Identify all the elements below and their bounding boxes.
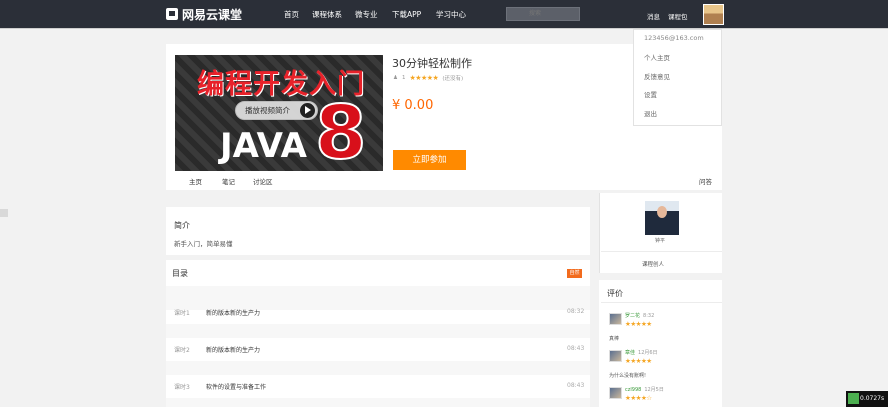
nav-course-system[interactable]: 课程体系: [312, 9, 342, 20]
toc-divider: [166, 324, 590, 338]
lesson-title[interactable]: 软件的设置与准备工作: [206, 382, 266, 391]
review-stars: ★★★★★: [625, 320, 652, 328]
nav-micro-major[interactable]: 微专业: [355, 9, 378, 20]
review-stars: ★★★★☆: [625, 394, 652, 402]
reviews-title: 评价: [607, 289, 623, 298]
logo-text: 网易云课堂: [182, 7, 243, 22]
reviewer-name[interactable]: 罗二花 8:32: [625, 312, 654, 319]
menu-item-logout[interactable]: 退出: [644, 108, 657, 118]
reviewer-name[interactable]: 章佳 12月6日: [625, 349, 658, 356]
tab-discussion[interactable]: 讨论区: [253, 176, 273, 186]
reviewer-username[interactable]: 罗二花: [625, 313, 640, 319]
cover-number: 8: [314, 90, 367, 171]
course-price: ¥ 0.00: [392, 98, 434, 113]
reviewer-avatar[interactable]: [609, 350, 622, 362]
review-text: 真棒: [609, 336, 620, 342]
tab-notes[interactable]: 笔记: [222, 176, 235, 186]
reviewer-avatar[interactable]: [609, 313, 622, 325]
toc-divider: [166, 361, 590, 375]
user-email: 123456@163.com: [644, 34, 704, 42]
teacher-photo[interactable]: [645, 201, 679, 235]
lesson-number: 课时2: [174, 347, 190, 354]
teacher-divider: [601, 251, 722, 252]
timing-widget: 0.0727s: [846, 391, 888, 407]
tab-qa[interactable]: 问答: [699, 176, 712, 186]
messages-link[interactable]: 消息: [647, 11, 660, 21]
lesson-duration: 08:43: [567, 345, 585, 352]
rating-stars: ★★★★★: [409, 74, 439, 82]
toc-divider: [166, 286, 590, 310]
play-icon: [300, 103, 315, 118]
review-date: 8:32: [643, 313, 655, 319]
site-logo[interactable]: 网易云课堂: [166, 6, 242, 22]
menu-item-settings[interactable]: 设置: [644, 89, 657, 99]
search-input[interactable]: [506, 7, 580, 21]
nav-download-app[interactable]: 下载APP: [392, 9, 421, 20]
menu-item-feedback[interactable]: 反馈意见: [644, 71, 670, 81]
course-cover-image[interactable]: 编程开发入门 JAVA 8 播放视频简介: [175, 55, 383, 171]
review-stars: ★★★★★: [625, 357, 652, 365]
learner-count: 1: [401, 75, 406, 81]
toc-badge: 自然: [567, 269, 582, 278]
cover-java-text: JAVA: [220, 126, 307, 166]
side-edge-tab[interactable]: [0, 209, 8, 217]
lesson-number: 课时1: [174, 310, 190, 317]
teacher-role: 课程创人: [642, 262, 665, 268]
course-meta: ♟ 1 ★★★★★ (还没有): [393, 74, 463, 82]
intro-title: 简介: [174, 221, 190, 230]
nav-home[interactable]: 首页: [284, 9, 299, 20]
reviewer-name[interactable]: czl998 12月5日: [625, 386, 664, 393]
user-avatar[interactable]: [703, 4, 724, 25]
toc-title: 目录: [172, 269, 188, 278]
course-title: 30分钟轻松制作: [392, 57, 472, 70]
learner-icon: ♟: [393, 75, 398, 81]
review-text: 为什么没有账啊!: [609, 373, 647, 379]
play-intro-video-button[interactable]: 播放视频简介: [235, 101, 318, 120]
reviewer-username[interactable]: czl998: [625, 387, 641, 393]
lesson-title[interactable]: 新的版本新的生产力: [206, 308, 260, 317]
review-date: 12月6日: [638, 350, 658, 356]
lesson-duration: 08:32: [567, 308, 585, 315]
lesson-title[interactable]: 新的版本新的生产力: [206, 345, 260, 354]
toc-divider: [166, 398, 590, 407]
review-date: 12月5日: [644, 387, 664, 393]
nav-learning-center[interactable]: 学习中心: [436, 9, 466, 20]
rating-note: (还没有): [442, 76, 464, 82]
teacher-name[interactable]: 钟平: [655, 237, 665, 244]
lesson-number: 课时3: [174, 384, 190, 391]
tab-home[interactable]: 主页: [189, 176, 202, 186]
intro-text: 新手入门，简单易懂: [174, 240, 233, 248]
user-dropdown-menu: 123456@163.com 个人主页 反馈意见 设置 退出: [633, 29, 722, 126]
logo-icon: [166, 8, 178, 20]
join-course-button[interactable]: 立即参加: [393, 150, 466, 170]
reviews-divider: [601, 302, 722, 303]
menu-item-profile[interactable]: 个人主页: [644, 52, 670, 62]
reviewer-username[interactable]: 章佳: [625, 350, 635, 356]
reviewer-avatar[interactable]: [609, 387, 622, 399]
play-intro-label: 播放视频简介: [245, 106, 290, 115]
lesson-duration: 08:43: [567, 382, 585, 389]
course-pack-link[interactable]: 课程包: [668, 11, 688, 21]
